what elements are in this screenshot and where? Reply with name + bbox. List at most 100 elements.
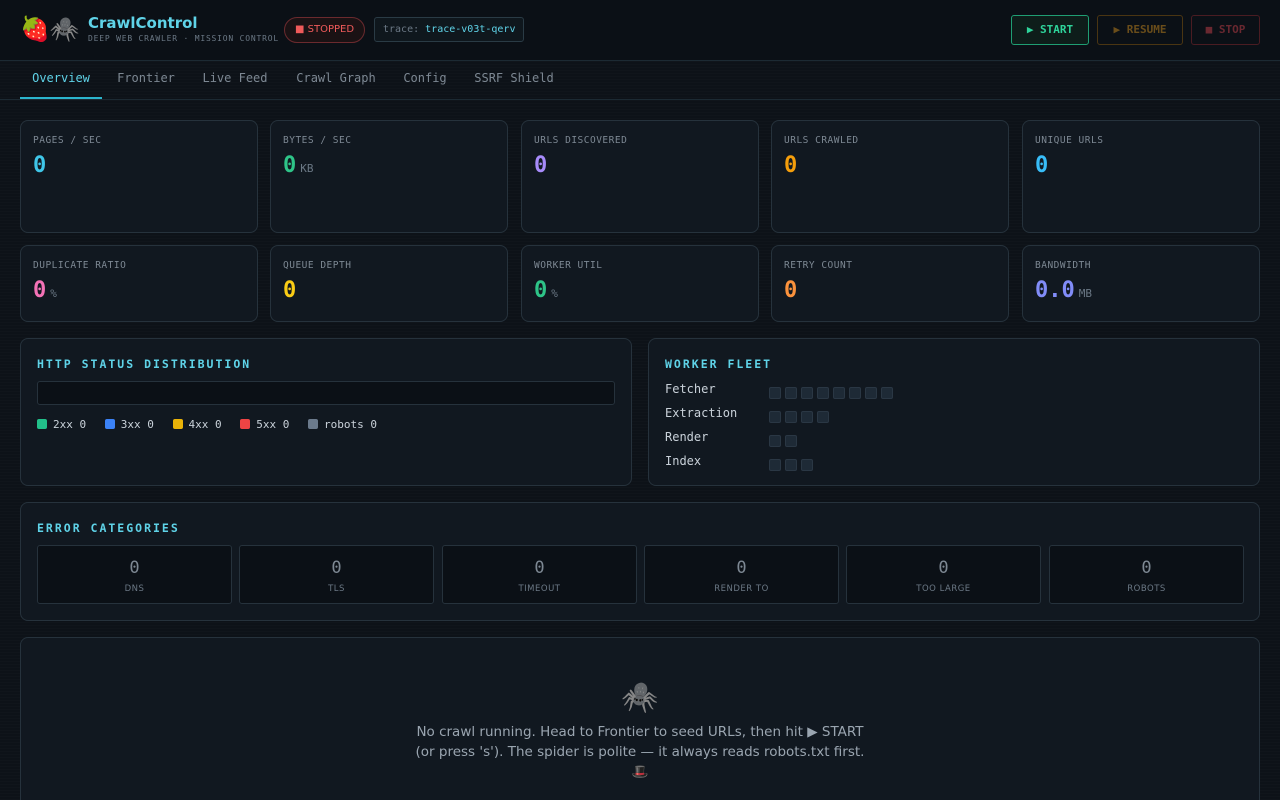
error-categories-panel: ERROR CATEGORIES 0 DNS 0 TLS 0 TIMEOUT 0… — [20, 502, 1260, 621]
error-count: 0 — [1141, 558, 1152, 578]
panel-title: WORKER FLEET — [665, 357, 773, 371]
hat-icon: 🎩 — [631, 764, 649, 780]
error-card-render-timeout: 0 RENDER TO — [644, 545, 839, 604]
metric-card-urls-discovered: URLS DISCOVERED 0 — [521, 120, 759, 233]
start-button[interactable]: ▶ START — [1011, 15, 1089, 45]
error-card-dns: 0 DNS — [37, 545, 232, 604]
panel-title: ERROR CATEGORIES — [37, 521, 180, 535]
error-count: 0 — [938, 558, 949, 578]
error-count: 0 — [331, 558, 342, 578]
worker-slot — [785, 411, 797, 423]
fleet-pool-name: Extraction — [665, 406, 738, 420]
status-legend: 2xx 0 3xx 0 4xx 0 5xx 0 robots 0 — [37, 418, 389, 431]
worker-slots — [769, 432, 801, 451]
worker-slot — [801, 387, 813, 399]
worker-slot — [769, 435, 781, 447]
tab-crawl-graph[interactable]: Crawl Graph — [284, 61, 388, 99]
metric-value: 0% — [534, 278, 558, 303]
worker-slot — [769, 387, 781, 399]
error-label: TOO LARGE — [916, 584, 971, 594]
trace-id: trace-v03t-qerv — [425, 24, 516, 35]
metric-value: 0 KB — [283, 153, 314, 178]
tab-ssrf-shield[interactable]: SSRF Shield — [462, 61, 566, 99]
metric-label: URLS DISCOVERED — [534, 135, 628, 146]
tab-config[interactable]: Config — [394, 61, 456, 99]
legend-item-5xx: 5xx 0 — [240, 418, 289, 431]
metric-card-pages-per-sec: PAGES / SEC 0 — [20, 120, 258, 233]
worker-slot — [849, 387, 861, 399]
fleet-pool-name: Index — [665, 454, 702, 468]
legend-swatch — [37, 419, 47, 429]
worker-slot — [769, 411, 781, 423]
worker-slot — [801, 459, 813, 471]
fleet-pool-name: Fetcher — [665, 382, 716, 396]
empty-line-2: (or press 's'). The spider is polite — i… — [415, 744, 865, 760]
empty-state-message: No crawl running. Head to Frontier to se… — [21, 722, 1259, 782]
legend-swatch — [172, 419, 183, 429]
metric-value: 0 — [283, 278, 297, 303]
worker-slot — [865, 387, 877, 399]
metric-value: 0.0 MB — [1035, 278, 1092, 303]
worker-fleet-panel: WORKER FLEET Fetcher Extraction Render Inde… — [648, 338, 1260, 486]
metric-label: QUEUE DEPTH — [283, 260, 352, 271]
error-count: 0 — [129, 558, 140, 578]
worker-slot — [785, 435, 797, 447]
tab-bar: Overview Frontier Live Feed Crawl Graph … — [0, 61, 1280, 100]
metric-card-bytes-per-sec: BYTES / SEC 0 KB — [270, 120, 508, 233]
legend-item-2xx: 2xx 0 — [37, 418, 86, 431]
legend-swatch — [308, 419, 318, 429]
error-count: 0 — [736, 558, 747, 578]
error-label: TLS — [328, 584, 345, 594]
tab-frontier[interactable]: Frontier — [106, 61, 186, 99]
metric-value: 0 — [534, 153, 548, 178]
error-label: DNS — [124, 584, 145, 594]
metric-card-duplicate-ratio: DUPLICATE RATIO 0% — [20, 245, 258, 322]
worker-slot — [817, 411, 829, 423]
tab-overview[interactable]: Overview — [20, 61, 102, 99]
metric-label: PAGES / SEC — [33, 135, 102, 146]
tab-live-feed[interactable]: Live Feed — [192, 61, 278, 99]
metric-card-bandwidth: BANDWIDTH 0.0 MB — [1022, 245, 1260, 322]
empty-state-panel: 🕷️ No crawl running. Head to Frontier to… — [20, 637, 1260, 800]
legend-swatch — [240, 419, 251, 429]
legend-item-3xx: 3xx 0 — [104, 418, 154, 431]
worker-slot — [801, 411, 813, 423]
legend-swatch — [104, 419, 115, 429]
worker-slot — [817, 387, 829, 399]
worker-slots — [769, 408, 833, 427]
metric-value: 0 — [784, 278, 798, 303]
fleet-pool-name: Render — [665, 430, 709, 444]
metric-value: 0 — [784, 153, 798, 178]
metric-card-queue-depth: QUEUE DEPTH 0 — [270, 245, 508, 322]
worker-slots — [769, 456, 817, 475]
metric-label: BYTES / SEC — [283, 135, 352, 146]
metric-value: 0 — [33, 153, 47, 178]
panel-title: HTTP STATUS DISTRIBUTION — [37, 357, 252, 371]
spider-icon: 🕷️ — [621, 680, 659, 715]
metric-card-worker-util: WORKER UTIL 0% — [521, 245, 759, 322]
metric-label: WORKER UTIL — [534, 260, 603, 271]
metric-value: 0 — [1035, 153, 1049, 178]
metric-card-retry-count: RETRY COUNT 0 — [771, 245, 1009, 322]
status-distribution-bar — [37, 381, 615, 405]
metric-label: RETRY COUNT — [784, 260, 853, 271]
http-status-panel: HTTP STATUS DISTRIBUTION 2xx 0 3xx 0 4xx… — [20, 338, 632, 486]
error-count: 0 — [534, 558, 545, 578]
metric-label: DUPLICATE RATIO — [33, 260, 127, 271]
empty-line-1: No crawl running. Head to Frontier to se… — [416, 724, 864, 740]
error-card-tls: 0 TLS — [239, 545, 434, 604]
stop-button[interactable]: ■ STOP — [1191, 15, 1260, 45]
legend-item-robots: robots 0 — [308, 418, 377, 431]
app-subtitle: DEEP WEB CRAWLER · MISSION CONTROL — [88, 34, 279, 43]
resume-button[interactable]: ▶ RESUME — [1097, 15, 1183, 45]
worker-slot — [881, 387, 893, 399]
metric-label: BANDWIDTH — [1035, 260, 1091, 271]
worker-slots — [769, 384, 897, 403]
status-badge: ■ STOPPED — [284, 17, 366, 43]
worker-slot — [785, 387, 797, 399]
worker-slot — [785, 459, 797, 471]
metric-label: UNIQUE URLS — [1035, 135, 1104, 146]
worker-slot — [769, 459, 781, 471]
trace-id-display: trace: trace-v03t-qerv — [374, 17, 525, 42]
error-card-robots: 0 ROBOTS — [1049, 545, 1244, 604]
